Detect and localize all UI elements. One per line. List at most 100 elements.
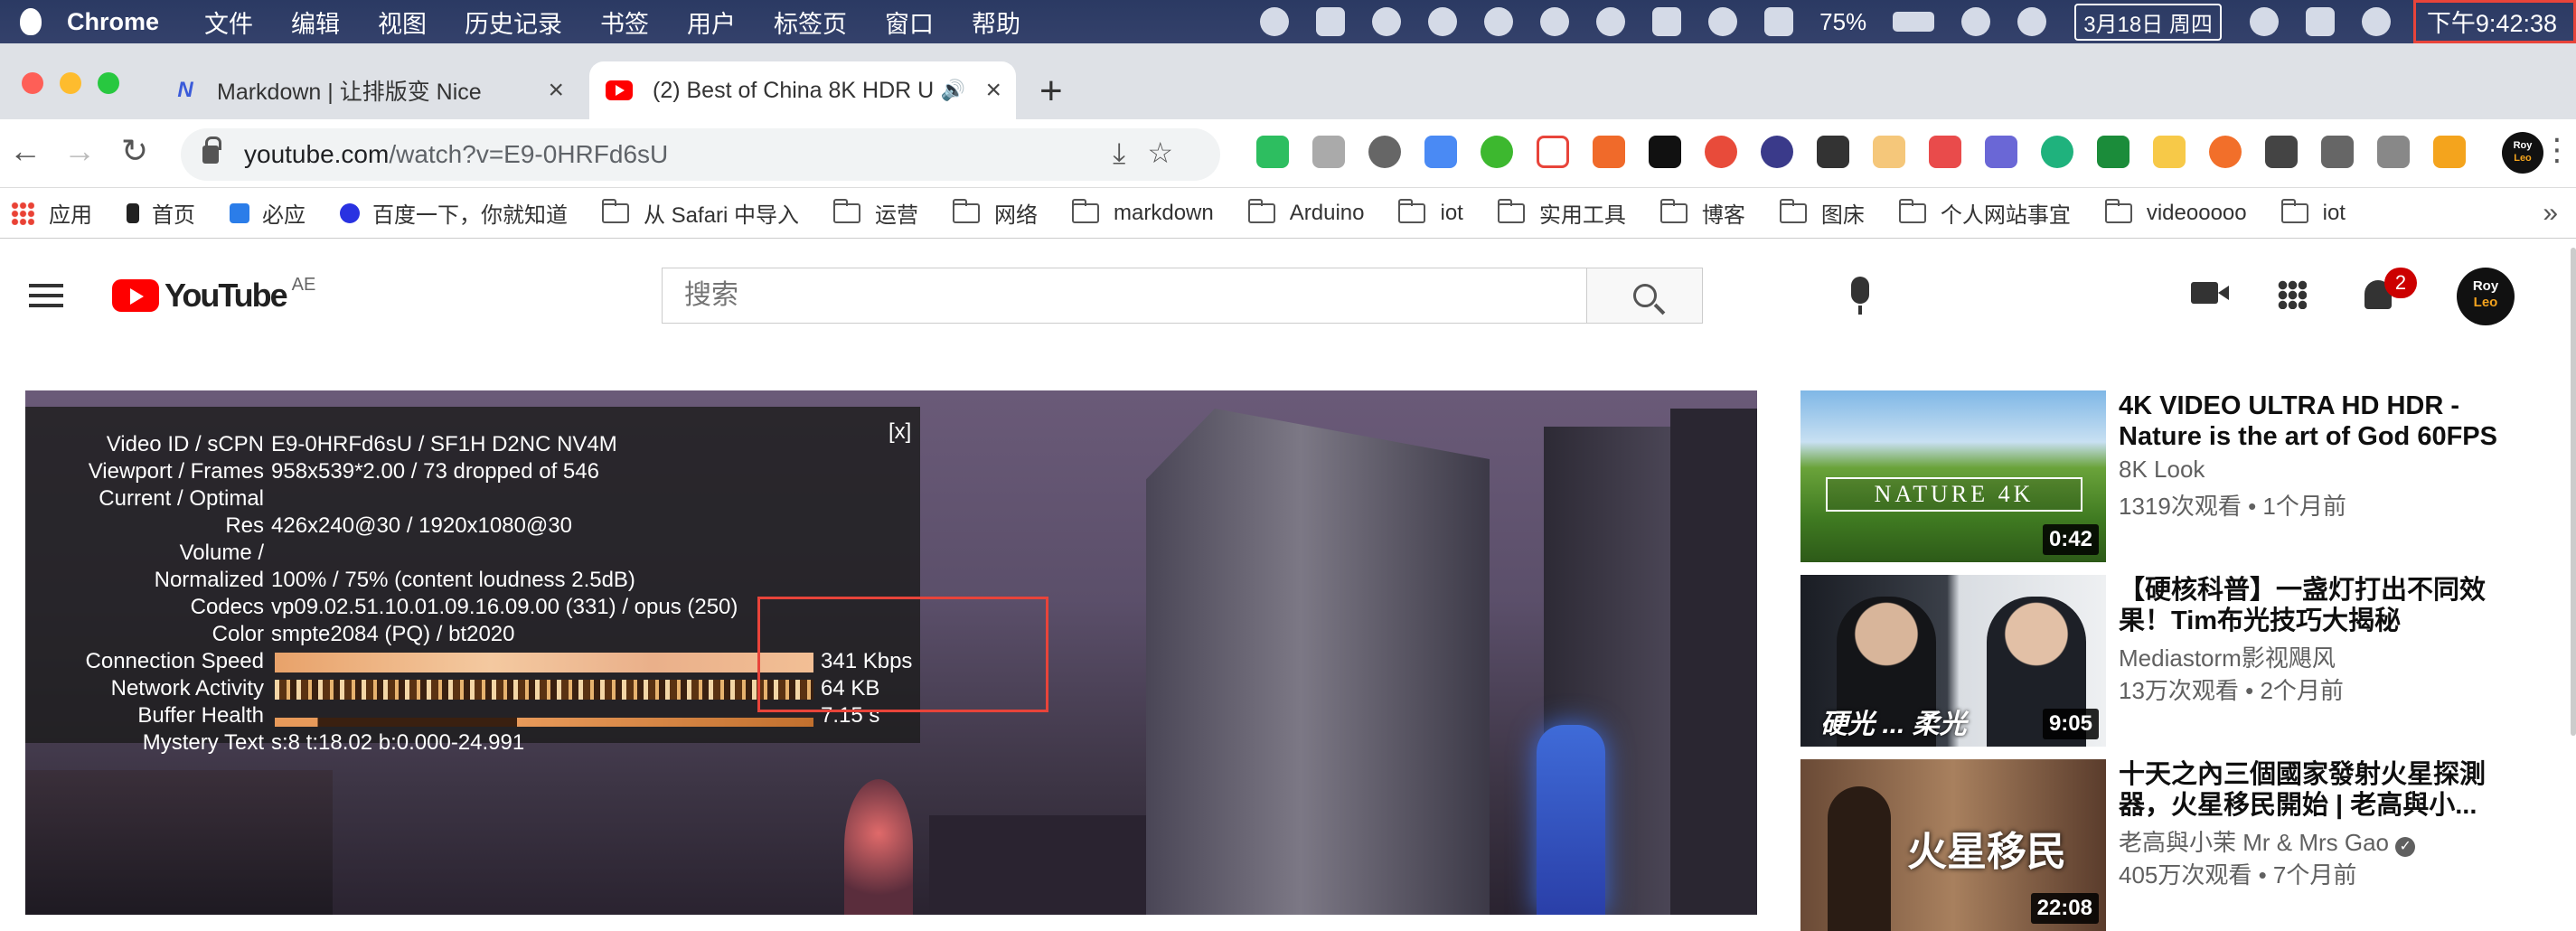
reload-button[interactable]: ↻	[121, 132, 148, 170]
bookmark-folder[interactable]: 运营	[833, 197, 918, 229]
video-thumbnail[interactable]: 火星移民 22:08	[1800, 759, 2106, 931]
video-title[interactable]: 十天之內三個國家發射火星探測器，火星移民開始 | 老高與小...	[2119, 759, 2525, 821]
control-center-icon[interactable]	[2305, 7, 2335, 36]
tab-markdown-nice[interactable]: N Markdown | 让排版变 Nice ×	[154, 61, 578, 119]
bookmark-baidu[interactable]: 百度一下，你就知道	[340, 197, 568, 229]
extension-icon[interactable]	[1312, 136, 1345, 168]
extension-icon[interactable]	[2097, 136, 2129, 168]
menu-help[interactable]: 帮助	[972, 5, 1020, 40]
lock-icon[interactable]	[202, 136, 221, 164]
search-button[interactable]	[1586, 268, 1702, 323]
evernote-icon[interactable]	[1484, 7, 1514, 36]
extension-icon[interactable]	[2433, 136, 2466, 168]
menu-edit[interactable]: 编辑	[291, 5, 340, 40]
bookmark-folder[interactable]: 实用工具	[1497, 197, 1626, 229]
menu-file[interactable]: 文件	[204, 5, 253, 40]
bookmark-folder[interactable]: iot	[2280, 198, 2346, 226]
menu-clock[interactable]: 下午9:42:38	[2412, 0, 2576, 43]
extension-icon[interactable]	[1873, 136, 1905, 168]
chrome-profile-avatar[interactable]: Roy Leo	[2502, 132, 2543, 174]
channel-name[interactable]: 8K Look	[2119, 456, 2205, 484]
input-method-icon[interactable]	[1652, 7, 1682, 36]
menu-app-name[interactable]: Chrome	[67, 8, 159, 36]
bookmark-folder[interactable]: 个人网站事宜	[1898, 197, 2071, 229]
video-title[interactable]: 4K VIDEO ULTRA HD HDR - Nature is the ar…	[2119, 390, 2525, 452]
siri-icon[interactable]	[2361, 7, 2391, 36]
apple-icon[interactable]	[20, 8, 42, 35]
menu-date[interactable]: 3月18日 周四	[2074, 3, 2222, 41]
recommended-video[interactable]: NATURE 4K 0:42 4K VIDEO ULTRA HD HDR - N…	[1800, 390, 2560, 562]
recommended-video[interactable]: 火星移民 22:08 十天之內三個國家發射火星探測器，火星移民開始 | 老高與小…	[1800, 759, 2560, 931]
menu-tab[interactable]: 标签页	[774, 5, 847, 40]
youtube-logo[interactable]: YouTube AE	[112, 275, 315, 315]
rocking-horse-icon[interactable]	[1708, 7, 1738, 36]
menu-people[interactable]: 用户	[687, 5, 736, 40]
create-video-icon[interactable]	[2191, 282, 2229, 304]
play-circle-icon[interactable]	[2249, 7, 2279, 36]
channel-name[interactable]: Mediastorm影视飓风	[2119, 640, 2336, 673]
extension-icon[interactable]	[1649, 136, 1681, 168]
search-input[interactable]	[663, 268, 1586, 323]
reading-list-icon[interactable]	[2377, 136, 2410, 168]
bookmark-folder[interactable]: 从 Safari 中导入	[602, 197, 799, 229]
minimize-window-button[interactable]	[60, 72, 81, 94]
video-title[interactable]: 【硬核科普】一盏灯打出不同效果！Tim布光技巧大揭秘	[2119, 575, 2525, 636]
status-app-icon[interactable]	[1540, 7, 1570, 36]
close-window-button[interactable]	[22, 72, 43, 94]
extension-icon[interactable]	[1368, 136, 1401, 168]
address-bar[interactable]: youtube.com/watch?v=E9-0HRFd6sU ⤓☆	[181, 128, 1220, 181]
extension-icon[interactable]	[1817, 136, 1849, 168]
bookmark-home[interactable]: 首页	[127, 197, 195, 229]
back-button[interactable]: ←	[9, 132, 42, 170]
cloud-hat-icon[interactable]	[1372, 7, 1402, 36]
bookmark-folder[interactable]: iot	[1398, 198, 1463, 226]
extension-icon[interactable]	[1593, 136, 1625, 168]
bookmark-folder[interactable]: 网络	[953, 197, 1038, 229]
bookmark-star-icon[interactable]: ☆	[1147, 136, 1195, 169]
status-app-icon[interactable]	[1316, 7, 1346, 36]
grammarly-icon[interactable]	[2041, 136, 2073, 168]
new-tab-button[interactable]: +	[1039, 69, 1063, 114]
close-tab-icon[interactable]: ×	[985, 75, 1001, 106]
bookmark-folder[interactable]: videooooo	[2104, 198, 2247, 226]
chrome-menu-icon[interactable]: ⋮	[2542, 132, 2572, 168]
extension-icon[interactable]	[1705, 136, 1737, 168]
account-avatar[interactable]: Roy Leo	[2457, 268, 2515, 325]
menu-window[interactable]: 窗口	[885, 5, 934, 40]
status-app-icon[interactable]	[1260, 7, 1290, 36]
forward-button[interactable]: →	[63, 132, 96, 170]
battery-icon[interactable]	[1893, 12, 1935, 32]
bookmark-folder[interactable]: 图床	[1779, 197, 1865, 229]
bookmark-folder[interactable]: markdown	[1072, 198, 1214, 226]
extension-icon[interactable]	[1481, 136, 1513, 168]
page-scrollbar[interactable]	[2571, 248, 2576, 736]
menu-view[interactable]: 视图	[378, 5, 427, 40]
speaker-icon[interactable]: 🔊	[941, 79, 965, 102]
bookmark-folder[interactable]: Arduino	[1247, 198, 1364, 226]
gear-icon[interactable]	[1764, 7, 1794, 36]
close-tab-icon[interactable]: ×	[548, 75, 564, 106]
crop-icon[interactable]	[1537, 136, 1569, 168]
recommended-video[interactable]: 硬光 ... 柔光 9:05 【硬核科普】一盏灯打出不同效果！Tim布光技巧大揭…	[1800, 575, 2560, 747]
cloud-icon[interactable]	[1596, 7, 1626, 36]
extension-icon[interactable]	[1985, 136, 2017, 168]
hamburger-menu-icon[interactable]	[29, 284, 63, 307]
extension-icon[interactable]	[2153, 136, 2186, 168]
video-thumbnail[interactable]: 硬光 ... 柔光 9:05	[1800, 575, 2106, 747]
zoom-window-button[interactable]	[98, 72, 119, 94]
google-translate-icon[interactable]	[1424, 136, 1457, 168]
bookmark-folder[interactable]: 博客	[1659, 197, 1745, 229]
status-app-icon[interactable]	[1428, 7, 1458, 36]
channel-name[interactable]: 老高與小茉 Mr & Mrs Gao ✓	[2119, 824, 2416, 858]
tab-youtube[interactable]: (2) Best of China 8K HDR U 🔊 ×	[589, 61, 1016, 119]
bookmarks-overflow-button[interactable]: »	[2543, 198, 2558, 229]
menu-bookmarks[interactable]: 书签	[600, 5, 649, 40]
menu-history[interactable]: 历史记录	[465, 5, 562, 40]
apps-grid-icon[interactable]	[2278, 280, 2307, 309]
wifi-icon[interactable]	[1961, 7, 1991, 36]
evernote-extension-icon[interactable]	[1256, 136, 1289, 168]
puzzle-icon[interactable]	[2321, 136, 2354, 168]
bookmark-apps[interactable]: 应用	[11, 197, 92, 229]
video-thumbnail[interactable]: NATURE 4K 0:42	[1800, 390, 2106, 562]
bookmark-bing[interactable]: 必应	[230, 197, 306, 229]
